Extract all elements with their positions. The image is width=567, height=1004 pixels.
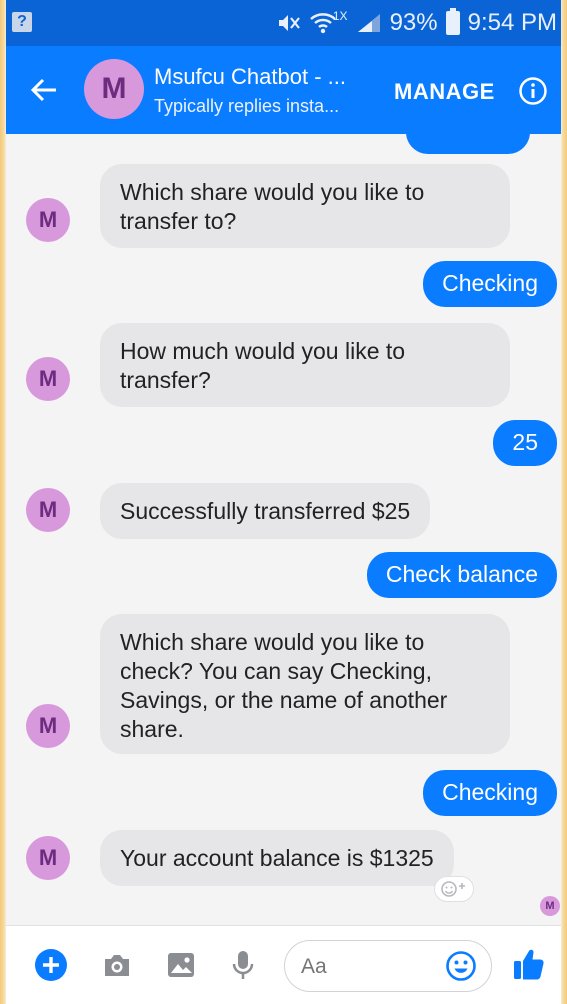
plus-icon[interactable]: [34, 948, 68, 982]
status-icons: 1X 93% 9:54 PM: [277, 0, 557, 46]
microphone-icon[interactable]: [226, 948, 260, 982]
incoming-message: Which share would you like to check? You…: [100, 614, 510, 754]
incoming-message: How much would you like to transfer?: [100, 323, 510, 407]
incoming-message: Your account balance is $1325: [100, 830, 454, 886]
notification-badge: ?: [12, 12, 32, 32]
conversation-header: M Msufcu Chatbot - ... Typically replies…: [6, 46, 561, 134]
incoming-message: Successfully transferred $25: [100, 483, 431, 539]
conversation-subtitle: Typically replies insta...: [154, 96, 340, 116]
bot-avatar: M: [26, 836, 70, 880]
bot-avatar: M: [26, 357, 70, 401]
header-avatar[interactable]: M: [84, 59, 144, 119]
image-icon[interactable]: [164, 948, 198, 982]
mute-icon: [277, 12, 301, 34]
seen-avatar: M: [540, 896, 560, 916]
composer-bar: [6, 925, 561, 1004]
outgoing-message: Checking: [423, 261, 557, 307]
outgoing-message: 25: [493, 420, 557, 466]
signal-icon: [356, 12, 382, 34]
message-list[interactable]: Which share would you like to transfer t…: [6, 134, 561, 926]
partial-outgoing-bubble: [406, 134, 530, 154]
clock: 9:54 PM: [467, 9, 557, 36]
info-icon[interactable]: [518, 76, 548, 106]
message-input[interactable]: [301, 955, 421, 979]
back-arrow-icon[interactable]: [28, 74, 60, 106]
outgoing-message: Check balance: [366, 552, 557, 598]
conversation-title[interactable]: Msufcu Chatbot - ...: [154, 64, 346, 90]
incoming-message: Which share would you like to transfer t…: [100, 164, 510, 248]
reaction-icon[interactable]: [434, 876, 474, 902]
manage-button[interactable]: MANAGE: [394, 79, 495, 105]
status-bar: ? 1X 93% 9:54 PM: [6, 0, 561, 46]
thumbs-up-icon[interactable]: [512, 946, 546, 980]
battery-percent: 93%: [389, 9, 438, 36]
battery-icon: [445, 8, 460, 35]
message-input-container[interactable]: [284, 940, 492, 992]
bot-avatar: M: [26, 704, 70, 748]
bot-avatar: M: [26, 198, 70, 242]
camera-icon[interactable]: [100, 948, 134, 982]
bot-avatar: M: [26, 488, 70, 532]
emoji-icon[interactable]: [445, 950, 477, 982]
outgoing-message: Checking: [423, 770, 557, 816]
wifi-icon: [309, 11, 339, 35]
